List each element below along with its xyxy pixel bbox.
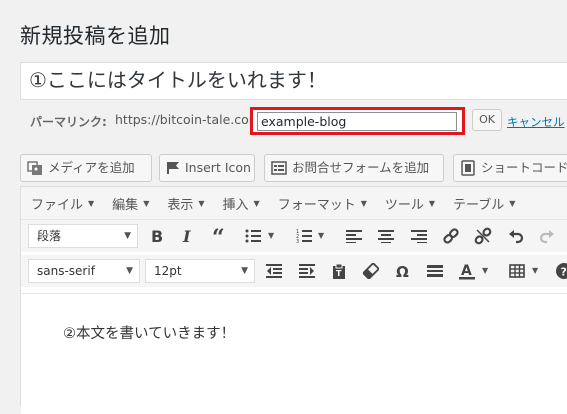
insert-icon-label: Insert Icon	[185, 160, 251, 175]
slug-highlight-box: example-blog	[250, 107, 465, 135]
paste-text-icon[interactable]: T	[329, 261, 349, 281]
numbered-list-icon[interactable]: 123	[294, 226, 314, 246]
chevron-down-icon: ▼	[143, 198, 150, 208]
menu-insert[interactable]: 挿入 ▼	[213, 194, 268, 213]
chevron-down-icon: ▼	[241, 266, 248, 276]
svg-text:A: A	[461, 263, 472, 279]
chevron-down-icon[interactable]: ▼	[532, 261, 538, 281]
help-icon[interactable]: ?	[554, 261, 567, 281]
permalink-url: https://bitcoin-tale.com	[115, 112, 261, 127]
bulleted-list-icon[interactable]	[243, 226, 263, 246]
undo-icon[interactable]	[506, 226, 526, 246]
insert-icon-button[interactable]: Insert Icon	[159, 154, 255, 182]
chevron-down-icon[interactable]: ▼	[268, 226, 274, 246]
svg-text:B: B	[151, 228, 163, 244]
add-contact-form-button[interactable]: お問合せフォームを追加	[264, 154, 444, 182]
chevron-down-icon[interactable]: ▼	[482, 261, 488, 281]
ok-button[interactable]: OK	[472, 109, 502, 131]
format-select[interactable]: 段落 ▼	[28, 224, 138, 248]
shortcode-button[interactable]: ショートコード	[453, 154, 567, 182]
editor-content[interactable]: ②本文を書いていきます！	[21, 293, 567, 414]
chevron-down-icon[interactable]: ▼	[318, 226, 324, 246]
omega-icon[interactable]: Ω	[393, 261, 413, 281]
chevron-down-icon: ▼	[124, 231, 131, 241]
horizontal-rule-icon[interactable]	[425, 261, 445, 281]
link-icon[interactable]	[441, 226, 461, 246]
text-color-icon[interactable]: A	[457, 261, 477, 281]
bold-icon[interactable]: B	[147, 226, 167, 246]
outdent-icon[interactable]	[264, 261, 284, 281]
menu-file[interactable]: ファイル ▼	[21, 194, 102, 213]
blockquote-icon[interactable]: “	[211, 226, 231, 246]
chevron-down-icon: ▼	[88, 198, 95, 208]
menu-edit[interactable]: 編集 ▼	[102, 194, 157, 213]
align-left-icon[interactable]	[344, 226, 364, 246]
eraser-icon[interactable]	[361, 261, 381, 281]
font-family-select[interactable]: sans-serif ▼	[28, 259, 140, 283]
form-icon	[271, 161, 287, 175]
add-contact-form-label: お問合せフォームを追加	[292, 160, 430, 175]
page-title: 新規投稿を追加	[20, 24, 171, 48]
slug-input[interactable]: example-blog	[257, 112, 457, 131]
media-icon	[27, 160, 43, 176]
svg-text:?: ?	[561, 266, 567, 279]
post-title-input[interactable]: ①ここにはタイトルをいれます！	[20, 62, 567, 100]
align-center-icon[interactable]	[376, 226, 396, 246]
svg-text:3: 3	[296, 239, 299, 243]
redo-icon[interactable]	[537, 226, 557, 246]
chevron-down-icon: ▼	[360, 198, 367, 208]
shortcode-icon	[460, 160, 476, 176]
chevron-down-icon: ▼	[509, 198, 516, 208]
align-right-icon[interactable]	[409, 226, 429, 246]
chevron-down-icon: ▼	[126, 266, 133, 276]
cancel-link[interactable]: キャンセル	[507, 114, 565, 130]
menu-table[interactable]: テーブル ▼	[443, 194, 523, 213]
chevron-down-icon: ▼	[253, 198, 260, 208]
chevron-down-icon: ▼	[198, 198, 205, 208]
svg-text:I: I	[182, 228, 191, 244]
table-icon[interactable]	[507, 261, 527, 281]
editor-frame: ファイル ▼ 編集 ▼ 表示 ▼ 挿入 ▼ フォーマット ▼ ツール ▼ テーブル ▼ 段落 …	[20, 186, 567, 414]
svg-text:Ω: Ω	[396, 263, 409, 279]
add-media-button[interactable]: メディアを追加	[20, 154, 152, 182]
permalink-label: パーマリンク:	[30, 115, 107, 129]
font-size-select[interactable]: 12pt ▼	[145, 259, 255, 283]
menu-view[interactable]: 表示 ▼	[157, 194, 212, 213]
indent-icon[interactable]	[297, 261, 317, 281]
menu-format[interactable]: フォーマット ▼	[268, 194, 375, 213]
shortcode-label: ショートコード	[481, 160, 567, 175]
italic-icon[interactable]: I	[178, 226, 198, 246]
editor-toolbar-2: sans-serif ▼ 12pt ▼ T Ω A ▼ ▼ ?	[21, 255, 567, 287]
svg-text:T: T	[336, 269, 342, 278]
svg-text:“: “	[212, 228, 225, 244]
content-text: ②本文を書いていきます！	[63, 326, 236, 342]
add-media-label: メディアを追加	[48, 160, 135, 175]
editor-menubar: ファイル ▼ 編集 ▼ 表示 ▼ 挿入 ▼ フォーマット ▼ ツール ▼ テーブル ▼	[21, 187, 567, 220]
menu-tools[interactable]: ツール ▼	[375, 194, 443, 213]
unlink-icon[interactable]	[473, 226, 493, 246]
chevron-down-icon: ▼	[428, 198, 436, 208]
editor-toolbar-1: 段落 ▼ B I “ ▼ 123 ▼	[21, 220, 567, 252]
flag-icon	[166, 161, 180, 175]
